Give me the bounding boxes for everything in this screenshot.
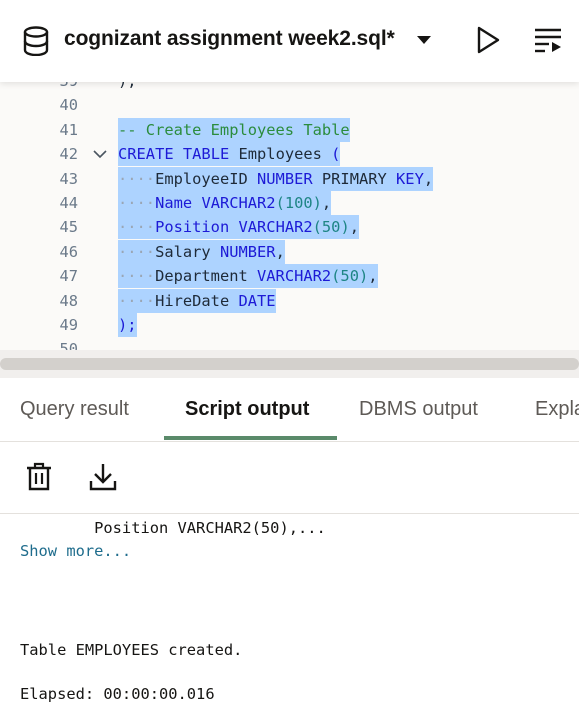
editor-scrollbar[interactable] [0,350,579,378]
code-line[interactable]: 50 [0,337,579,350]
code-text: ····Position VARCHAR2(50), [118,215,359,240]
code-token: VARCHAR2 [257,267,332,286]
code-line[interactable]: 42 CREATE TABLE Employees ( [0,142,579,167]
code-text: CREATE TABLE Employees ( [118,142,341,167]
code-line[interactable]: 43 ····EmployeeID NUMBER PRIMARY KEY, [0,166,579,191]
code-token: , [275,242,285,261]
code-line[interactable]: 45 ····Position VARCHAR2(50), [0,215,579,240]
code-text: ); [118,313,137,337]
code-token: (50) [331,267,369,286]
tab-query-result[interactable]: Query result [20,398,129,421]
active-tab-indicator [164,436,337,440]
code-token: ( [331,145,341,164]
code-token: ···· [118,267,156,286]
code-token: , [349,218,359,237]
line-number: 39 [0,82,78,93]
code-token: Name [155,194,193,212]
code-token: HireDate [155,291,239,310]
code-line[interactable]: 40 [0,93,579,117]
output-elapsed: Elapsed: 00:00:00.016 [20,685,215,703]
code-token: Employees [229,145,332,164]
code-token: ···· [118,218,156,237]
line-number: 43 [59,169,78,188]
line-number: 45 [59,218,78,237]
code-token: EmployeeID [155,169,258,188]
output-line: Position VARCHAR2(50),... [20,519,326,537]
line-number: 40 [59,96,78,115]
tab-script-output[interactable]: Script output [185,398,309,421]
code-line[interactable]: 39); [0,82,579,93]
code-line[interactable]: 49); [0,313,579,337]
tab-dbms-output[interactable]: DBMS output [359,398,478,421]
code-token: Salary [155,242,220,261]
script-output-panel: ( ) Position VARCHAR2(50),... Show more.… [0,514,579,707]
code-token: , [423,169,434,188]
code-token: VARCHAR2 [201,194,276,212]
code-token: Position [155,218,230,237]
scrollbar-thumb[interactable] [0,358,579,370]
code-editor[interactable]: 39); 40 41 -- Create Employees Table 42 CREAT… [0,82,579,350]
run-icon[interactable] [474,25,502,55]
file-title: cognizant assignment week2.sql* [64,27,395,50]
download-icon[interactable] [88,462,118,492]
code-token: NUMBER [257,169,313,188]
trash-icon[interactable] [26,462,52,492]
line-number: 41 [59,120,78,139]
line-number: 42 [59,145,78,164]
line-number: 49 [59,316,78,334]
code-token: , [368,267,378,286]
code-text: -- Create Employees Table [118,117,350,142]
code-token: (50) [312,218,350,237]
code-line[interactable]: 48 ····HireDate DATE [0,288,579,313]
code-token: ···· [118,194,156,212]
code-token: -- Create Employees Table [118,120,350,139]
code-text: ····HireDate DATE [118,288,276,313]
line-number: 44 [59,194,78,212]
code-text: ); [118,82,137,93]
code-token: KEY [396,169,424,188]
line-number: 46 [59,242,78,261]
code-token: ···· [118,169,156,188]
database-icon [23,26,49,56]
output-tabs: Query result Script output DBMS output E… [0,378,579,442]
code-token: Department [155,267,258,286]
run-script-icon[interactable] [532,26,564,54]
code-token: (100) [275,194,322,212]
line-number: 50 [59,340,78,350]
code-token: ); [118,316,137,334]
line-number: 48 [59,291,78,310]
code-token: ···· [118,291,156,310]
code-token: TABLE [182,145,230,164]
code-token: , [321,194,332,212]
show-more-link[interactable]: Show more... [20,542,131,560]
code-line[interactable]: 46 ····Salary NUMBER, [0,239,579,264]
chevron-down-icon[interactable] [414,33,434,47]
code-token: DATE [238,291,276,310]
code-token: PRIMARY [312,169,397,188]
output-toolbar [0,442,579,514]
output-created-message: Table EMPLOYEES created. [20,641,243,659]
code-text: ····Salary NUMBER, [118,239,285,264]
tab-explain-plan[interactable]: Expla [535,398,579,421]
code-token: ); [118,82,137,90]
fold-chevron-icon[interactable] [92,149,108,159]
code-token: ···· [118,242,156,261]
code-text: ····Name VARCHAR2(100), [118,191,332,215]
code-token: NUMBER [219,242,276,261]
code-line[interactable]: 44 ····Name VARCHAR2(100), [0,191,579,215]
line-number: 47 [59,267,78,286]
code-token: CREATE [118,145,174,164]
code-line[interactable]: 41 -- Create Employees Table [0,117,579,142]
code-line[interactable]: 47 ····Department VARCHAR2(50), [0,264,579,289]
code-text: ····Department VARCHAR2(50), [118,264,378,289]
editor-header: cognizant assignment week2.sql* [0,0,579,82]
code-text: ····EmployeeID NUMBER PRIMARY KEY, [118,166,434,191]
code-token: VARCHAR2 [238,218,313,237]
